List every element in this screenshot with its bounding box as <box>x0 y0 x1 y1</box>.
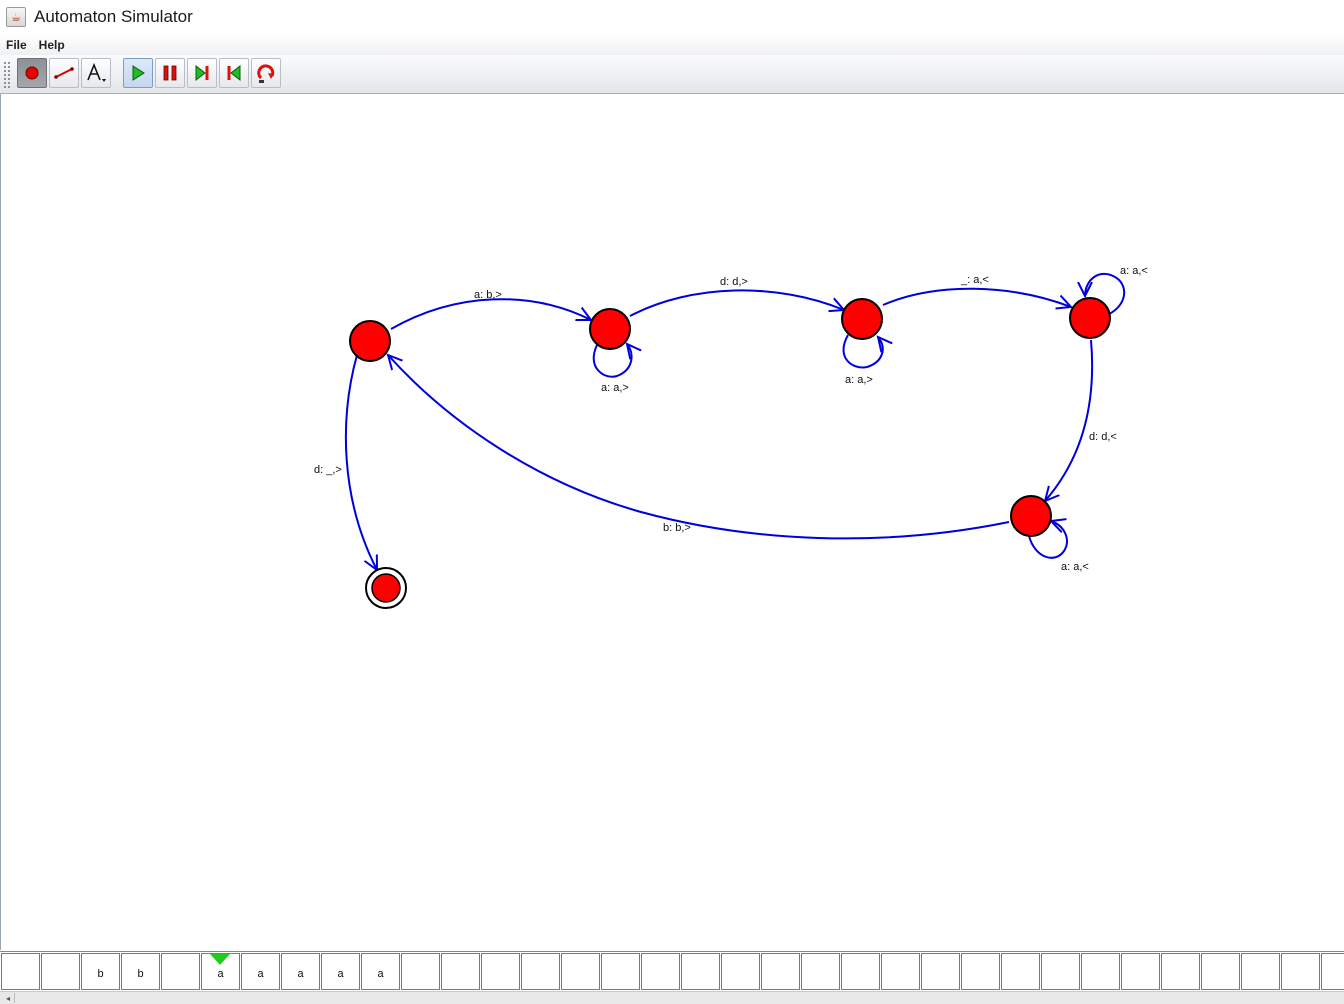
tape-cell[interactable] <box>801 953 840 990</box>
tape-cell[interactable]: a <box>321 953 360 990</box>
tape-cell[interactable]: a <box>241 953 280 990</box>
reset-button[interactable] <box>251 58 281 88</box>
transition-q0-q1[interactable] <box>390 298 591 330</box>
tape-head-marker <box>210 954 230 965</box>
toolbar <box>0 55 1344 94</box>
tape-cell[interactable]: a <box>361 953 400 990</box>
menu-bar: File Help <box>0 34 1344 55</box>
tape-cell[interactable] <box>1321 953 1344 990</box>
add-transition-button[interactable] <box>49 58 79 88</box>
label-q2-loop: a: a,> <box>845 374 873 386</box>
tape-cell[interactable] <box>601 953 640 990</box>
toolbar-grip[interactable] <box>3 61 11 89</box>
tape-cell[interactable] <box>641 953 680 990</box>
state-q3[interactable] <box>1069 297 1111 339</box>
tape-cell[interactable] <box>921 953 960 990</box>
label-q1-loop: a: a,> <box>601 382 629 394</box>
tape-cell[interactable]: a <box>281 953 320 990</box>
tape-cell[interactable] <box>961 953 1000 990</box>
state-q0[interactable] <box>349 320 391 362</box>
tape-cell[interactable] <box>1001 953 1040 990</box>
add-state-button[interactable] <box>17 58 47 88</box>
label-q0-qf: d: _,> <box>314 464 342 476</box>
tape-cell[interactable] <box>721 953 760 990</box>
state-q1[interactable] <box>589 308 631 350</box>
tape-cell[interactable] <box>1281 953 1320 990</box>
transition-q2-q3[interactable] <box>882 287 1071 307</box>
reset-icon <box>257 64 275 83</box>
automaton-canvas[interactable]: a: b,> d: d,> _: a,< a: a,< a: a,> a: a,… <box>0 94 1344 950</box>
tape-cell[interactable] <box>481 953 520 990</box>
label-q4-q0: b: b,> <box>663 522 691 534</box>
step-back-icon <box>227 64 241 82</box>
label-q1-q2: d: d,> <box>720 276 748 288</box>
tape-cell[interactable] <box>1241 953 1280 990</box>
tape-strip: bbaaaaa <box>0 951 1344 992</box>
transition-q4-q0[interactable] <box>388 355 1010 540</box>
transition-q0-qf[interactable] <box>344 355 377 570</box>
tape-cell[interactable] <box>1161 953 1200 990</box>
menu-file[interactable]: File <box>0 38 33 52</box>
label-q0-q1: a: b,> <box>474 289 502 301</box>
label-q4-loop: a: a,< <box>1061 561 1089 573</box>
green-play-icon <box>132 65 145 81</box>
tape-cell[interactable] <box>681 953 720 990</box>
tape-cell[interactable] <box>401 953 440 990</box>
state-q4[interactable] <box>1010 495 1052 537</box>
transition-q3-q4[interactable] <box>1045 339 1094 501</box>
step-forward-button[interactable] <box>187 58 217 88</box>
label-q2-q3: _: a,< <box>960 274 989 286</box>
step-back-button[interactable] <box>219 58 249 88</box>
title-bar: ☕ Automaton Simulator <box>0 0 1344 34</box>
label-q3-loop: a: a,< <box>1120 265 1148 277</box>
tape-cell[interactable] <box>881 953 920 990</box>
letter-a-dropdown-icon <box>87 62 106 82</box>
menu-help[interactable]: Help <box>33 38 71 52</box>
transition-q1-q2[interactable] <box>629 289 844 317</box>
text-tool-button[interactable] <box>81 58 111 88</box>
tape-cell[interactable] <box>1041 953 1080 990</box>
pause-button[interactable] <box>155 58 185 88</box>
tape-cell[interactable] <box>521 953 560 990</box>
red-pause-icon <box>163 65 177 81</box>
red-circle-icon <box>25 66 39 80</box>
tape-cell[interactable] <box>561 953 600 990</box>
java-cup-icon: ☕ <box>6 7 26 27</box>
state-final[interactable] <box>365 567 407 609</box>
horizontal-scrollbar[interactable]: ◂ <box>0 991 1344 1004</box>
tape-cell[interactable] <box>1081 953 1120 990</box>
tape-cell[interactable] <box>841 953 880 990</box>
window-title: Automaton Simulator <box>34 7 193 26</box>
step-forward-icon <box>195 64 209 82</box>
tape-cell[interactable]: b <box>121 953 160 990</box>
tape-cell[interactable] <box>1121 953 1160 990</box>
tape-cell[interactable] <box>761 953 800 990</box>
label-q3-q4: d: d,< <box>1089 431 1117 443</box>
scroll-left-arrow-icon[interactable]: ◂ <box>2 993 15 1003</box>
tape-cell[interactable]: b <box>81 953 120 990</box>
red-line-icon <box>54 67 74 79</box>
automaton-diagram[interactable]: a: b,> d: d,> _: a,< a: a,< a: a,> a: a,… <box>1 94 1344 950</box>
tape-cell[interactable] <box>441 953 480 990</box>
tape-cell[interactable] <box>41 953 80 990</box>
tape-cell[interactable] <box>161 953 200 990</box>
tape-cell[interactable] <box>1 953 40 990</box>
tape-cell[interactable] <box>1201 953 1240 990</box>
run-button[interactable] <box>123 58 153 88</box>
state-q2[interactable] <box>841 298 883 340</box>
